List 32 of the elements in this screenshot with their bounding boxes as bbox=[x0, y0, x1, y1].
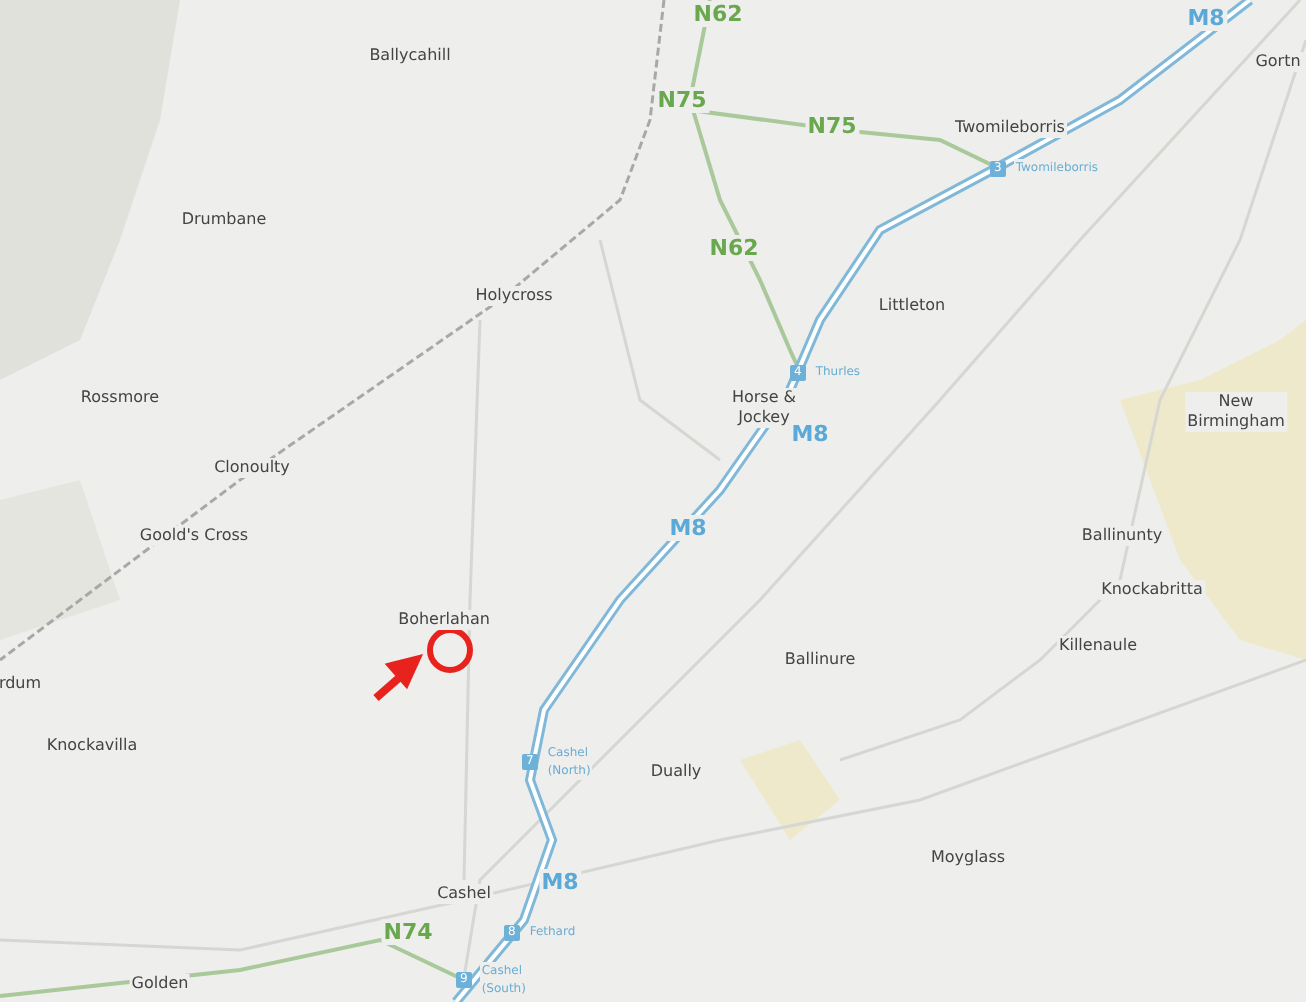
road-label: N75 bbox=[655, 87, 709, 113]
arrow-icon bbox=[372, 654, 424, 702]
road-label: M8 bbox=[789, 421, 831, 447]
place-label: New Birmingham bbox=[1185, 392, 1287, 432]
road-label: N74 bbox=[381, 919, 435, 945]
place-label: Ballinure bbox=[782, 650, 858, 670]
place-label: Golden bbox=[129, 974, 191, 994]
road-label: N62 bbox=[691, 1, 745, 27]
place-label: rdum bbox=[0, 674, 44, 694]
place-label: Knockavilla bbox=[44, 736, 140, 756]
place-label: Boherlahan bbox=[396, 610, 492, 630]
road-label: M8 bbox=[539, 869, 581, 895]
road-label: M8 bbox=[1185, 5, 1227, 31]
place-label: Moyglass bbox=[928, 848, 1008, 868]
place-label: Ballycahill bbox=[367, 46, 453, 66]
place-label: Littleton bbox=[876, 296, 948, 316]
place-label: Goold's Cross bbox=[137, 526, 251, 546]
road-label: N75 bbox=[805, 113, 859, 139]
location-circle-icon bbox=[427, 627, 473, 673]
place-label: Twomileborris bbox=[953, 118, 1067, 138]
place-label: Dually bbox=[648, 762, 704, 782]
place-label: Killenaule bbox=[1056, 636, 1140, 656]
place-label: Drumbane bbox=[179, 210, 269, 230]
place-label: Ballinunty bbox=[1079, 526, 1165, 546]
road-label: N62 bbox=[707, 235, 761, 261]
place-label: Clonoulty bbox=[212, 458, 292, 478]
place-label: Cashel bbox=[435, 884, 493, 904]
place-label: Holycross bbox=[473, 286, 555, 306]
place-label: Gortn bbox=[1253, 52, 1303, 72]
road-label: M8 bbox=[667, 515, 709, 541]
place-label: Knockabritta bbox=[1099, 580, 1205, 600]
place-label: Rossmore bbox=[78, 388, 162, 408]
